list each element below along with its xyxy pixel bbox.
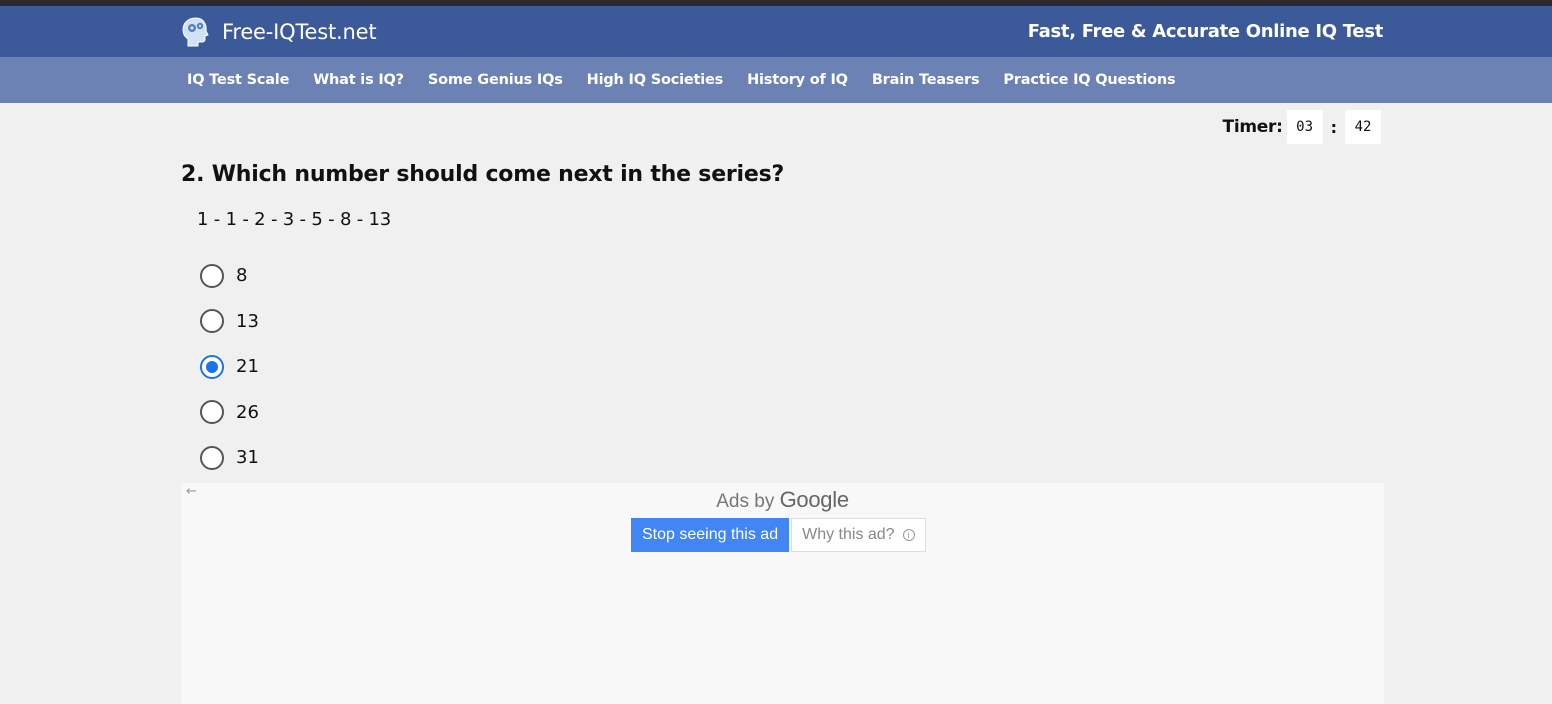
ad-container: ← Ads by Google Stop seeing this ad Why … — [181, 483, 1384, 704]
answer-option[interactable]: 8 — [200, 253, 259, 299]
timer: Timer: 03 : 42 — [1223, 110, 1381, 144]
answer-option[interactable]: 21 — [200, 344, 259, 390]
answer-option-label: 8 — [236, 265, 248, 287]
number-series: 1 - 1 - 2 - 3 - 5 - 8 - 13 — [197, 209, 392, 230]
answer-option-label: 21 — [236, 356, 259, 378]
ads-by-label: Ads by — [716, 491, 775, 512]
timer-separator: : — [1330, 117, 1337, 137]
answer-option-label: 31 — [236, 447, 259, 469]
timer-seconds: 42 — [1345, 110, 1381, 144]
main-nav: IQ Test Scale What is IQ? Some Genius IQ… — [0, 57, 1552, 103]
nav-item-some-genius-iqs[interactable]: Some Genius IQs — [428, 72, 563, 88]
nav-item-history-of-iq[interactable]: History of IQ — [747, 72, 848, 88]
nav-item-high-iq-societies[interactable]: High IQ Societies — [587, 72, 724, 88]
stop-seeing-ad-button[interactable]: Stop seeing this ad — [631, 518, 790, 552]
brand-name: Free-IQTest.net — [222, 19, 377, 44]
radio-button[interactable] — [200, 445, 224, 470]
nav-item-brain-teasers[interactable]: Brain Teasers — [872, 72, 980, 88]
nav-item-iq-test-scale[interactable]: IQ Test Scale — [187, 72, 289, 88]
radio-button[interactable] — [200, 354, 224, 379]
site-tagline: Fast, Free & Accurate Online IQ Test — [1027, 21, 1384, 42]
radio-button[interactable] — [200, 400, 224, 425]
ad-feedback-buttons: Stop seeing this ad Why this ad? i — [631, 518, 926, 552]
answer-options: 8 13 21 26 31 — [200, 253, 259, 481]
timer-label: Timer: — [1222, 117, 1283, 137]
answer-option[interactable]: 13 — [200, 299, 259, 345]
radio-button[interactable] — [200, 309, 224, 334]
brand-logo-link[interactable]: Free-IQTest.net — [181, 6, 377, 57]
answer-option-label: 26 — [236, 401, 259, 423]
answer-option[interactable]: 26 — [200, 390, 259, 436]
ads-by-google: Ads by Google — [181, 487, 1384, 513]
nav-item-what-is-iq[interactable]: What is IQ? — [313, 72, 404, 88]
nav-item-practice-iq-questions[interactable]: Practice IQ Questions — [1003, 72, 1175, 88]
google-wordmark: Google — [779, 487, 849, 512]
brain-gears-icon — [181, 15, 215, 49]
why-this-ad-button[interactable]: Why this ad? i — [791, 518, 926, 552]
answer-option-label: 13 — [236, 310, 259, 332]
question-title: 2. Which number should come next in the … — [181, 162, 785, 187]
info-icon: i — [902, 529, 915, 541]
timer-minutes: 03 — [1286, 110, 1323, 144]
answer-option[interactable]: 31 — [200, 435, 259, 481]
site-header: Free-IQTest.net Fast, Free & Accurate On… — [0, 6, 1552, 57]
radio-button[interactable] — [200, 263, 224, 288]
why-this-ad-label: Why this ad? — [802, 526, 895, 543]
